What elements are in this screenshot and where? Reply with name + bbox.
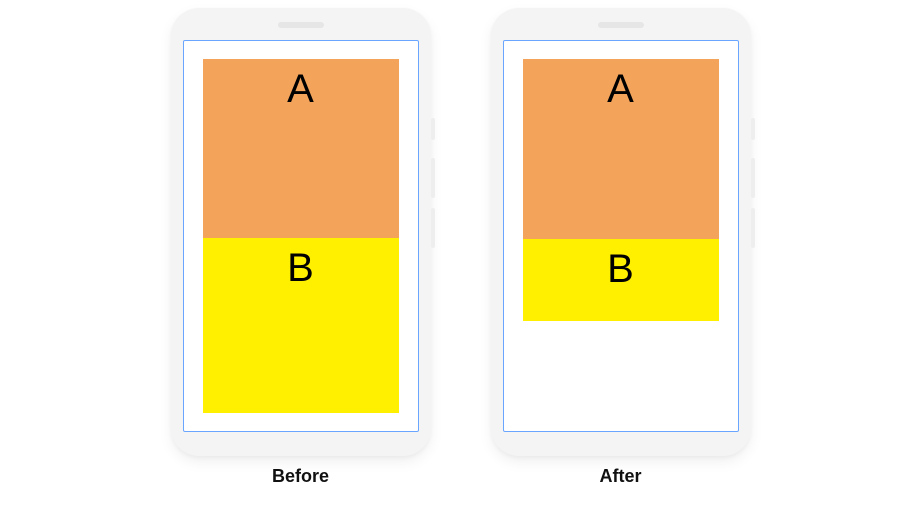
element-b-before: B: [203, 238, 399, 413]
phone-side-button: [431, 208, 435, 248]
phone-frame-after: A B: [491, 8, 751, 456]
diagram-stage: A B Before A B After: [0, 0, 921, 511]
phone-side-button: [431, 118, 435, 140]
phone-side-button: [751, 158, 755, 198]
phone-screen-after: A B: [503, 40, 739, 432]
phone-frame-before: A B: [171, 8, 431, 456]
element-a-after: A: [523, 59, 719, 239]
element-a-before: A: [203, 59, 399, 238]
phone-side-button: [431, 158, 435, 198]
caption-before: Before: [272, 466, 329, 487]
caption-after: After: [599, 466, 641, 487]
phone-side-button: [751, 208, 755, 248]
element-b-after: B: [523, 239, 719, 321]
after-unit: A B After: [491, 8, 751, 487]
before-unit: A B Before: [171, 8, 431, 487]
phone-screen-before: A B: [183, 40, 419, 432]
phone-side-button: [751, 118, 755, 140]
